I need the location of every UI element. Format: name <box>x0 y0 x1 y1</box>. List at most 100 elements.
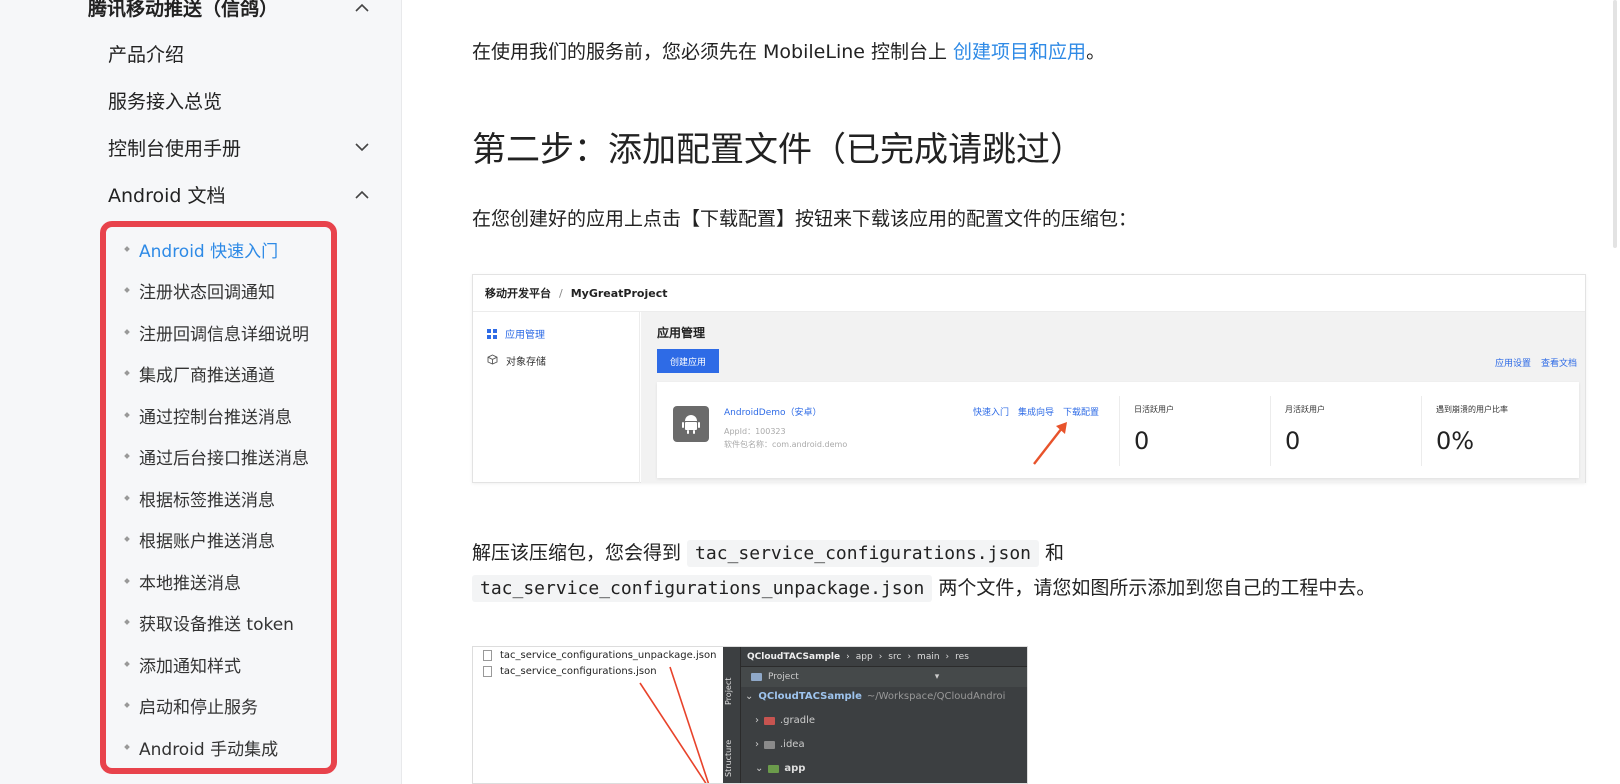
tree-label: app <box>784 763 806 774</box>
view-docs-link: 查看文档 <box>1540 359 1577 369</box>
sidebar-section-title: 腾讯移动推送（信鸽） <box>88 0 279 20</box>
intro-text: 在使用我们的服务前，您必须先在 MobileLine 控制台上 <box>472 41 954 63</box>
tree-root: ⌄ QCloudTACSample ~/Workspace/QCloudAndr… <box>745 691 1005 702</box>
breadcrumb-project: MyGreatProject <box>570 286 668 300</box>
unzip-text: 和 <box>1039 542 1065 564</box>
android-icon <box>673 406 709 442</box>
sidebar-subitem-label: 启动和停止服务 <box>139 697 258 718</box>
create-project-link[interactable]: 创建项目和应用 <box>953 41 1086 63</box>
bullet-icon <box>124 246 130 252</box>
sidebar-item-label: 服务接入总览 <box>108 90 223 113</box>
bullet-icon <box>124 661 130 667</box>
bullet-icon <box>124 702 130 708</box>
sidebar-subitem-label: 获取设备推送 token <box>139 614 294 635</box>
sidebar-subitem[interactable]: 注册回调信息详细说明 <box>106 312 331 352</box>
sidebar-subitem[interactable]: Android 手动集成 <box>106 727 331 767</box>
cube-icon <box>487 353 498 368</box>
unzip-paragraph-line1: 解压该压缩包，您会得到 tac_service_configurations.j… <box>472 538 1065 567</box>
stat-crash-rate: 遇到崩溃的用户比率 0% <box>1421 396 1508 466</box>
sidebar-item-label: 产品介绍 <box>108 43 185 66</box>
step2-paragraph: 在您创建好的应用上点击【下载配置】按钮来下载该应用的配置文件的压缩包： <box>472 208 1138 230</box>
tree-label: .idea <box>780 739 805 750</box>
app-links: 快速入门 集成向导 下载配置 <box>973 405 1099 418</box>
console-nav-storage: 对象存储 <box>487 353 546 368</box>
step2-heading: 第二步：添加配置文件（已完成请跳过） <box>472 130 1084 170</box>
bullet-icon <box>124 453 130 459</box>
bullet-icon <box>124 536 130 542</box>
sidebar-section-header[interactable]: 腾讯移动推送（信鸽） <box>0 0 402 20</box>
scrollbar[interactable] <box>1613 0 1617 248</box>
annotation-arrow-icon <box>1033 422 1067 465</box>
tree-row: ⌄ app <box>755 763 805 774</box>
sidebar-subitem[interactable]: 集成厂商推送通道 <box>106 353 331 393</box>
root-name: QCloudTACSample <box>758 691 862 702</box>
stat-label: 遇到崩溃的用户比率 <box>1436 405 1508 414</box>
bullet-icon <box>124 329 130 335</box>
app-card: AndroidDemo（安卓） AppId：100323 软件包名称：com.a… <box>657 382 1579 478</box>
sidebar-subitem[interactable]: 通过后台接口推送消息 <box>106 436 331 476</box>
console-breadcrumb: 移动开发平台 / MyGreatProject <box>473 275 1585 312</box>
unzip-text: 解压该压缩包，您会得到 <box>472 542 688 564</box>
tab-project: Project <box>724 677 733 705</box>
sidebar-item-console-manual[interactable]: 控制台使用手册 <box>0 130 402 164</box>
sidebar-subitem[interactable]: 本地推送消息 <box>106 561 331 601</box>
sidebar-subitem[interactable]: 启动和停止服务 <box>106 685 331 725</box>
sidebar-subitem[interactable]: 通过控制台推送消息 <box>106 395 331 435</box>
stat-label: 日活跃用户 <box>1134 405 1174 414</box>
app-id: AppId：100323 <box>724 427 786 436</box>
sidebar-subitem-label: 根据账户推送消息 <box>139 531 275 552</box>
docs-sidebar: 腾讯移动推送（信鸽） 产品介绍 服务接入总览 控制台使用手册 Android 文… <box>0 0 402 784</box>
sidebar-subitem[interactable]: 根据标签推送消息 <box>106 478 331 518</box>
sidebar-subitem-label: 通过后台接口推送消息 <box>139 448 309 469</box>
bullet-icon <box>124 287 130 293</box>
chevron-down-icon: ▾ <box>934 672 940 682</box>
unzip-text: 两个文件，请您如图所示添加到您自己的工程中去。 <box>932 577 1376 599</box>
breadcrumb-root: 移动开发平台 <box>485 287 551 300</box>
sidebar-subitem[interactable]: 注册状态回调通知 <box>106 270 331 310</box>
console-links: 应用设置 查看文档 <box>1495 356 1577 369</box>
bullet-icon <box>124 370 130 376</box>
bullet-icon <box>124 619 130 625</box>
crumb: res <box>955 651 969 662</box>
console-screenshot: 移动开发平台 / MyGreatProject 应用管理 对象存储 应用管理 创… <box>472 274 1586 483</box>
sidebar-subitem-label: 通过控制台推送消息 <box>139 407 292 428</box>
tree-row: › .gradle <box>755 715 815 726</box>
nav-label: 应用管理 <box>505 330 545 341</box>
config-filename-code: tac_service_configurations.json <box>687 540 1039 567</box>
sidebar-subitem-quick-start[interactable]: Android 快速入门 <box>106 229 331 269</box>
crumb: src <box>888 651 902 662</box>
ide-panel: Project Structure QCloudTACSample › app … <box>723 647 1027 783</box>
console-main: 应用管理 创建应用 应用设置 查看文档 AndroidDemo（安卓） AppI… <box>641 312 1585 483</box>
sidebar-item-label: 控制台使用手册 <box>108 137 242 160</box>
sidebar-subitem[interactable]: 获取设备推送 token <box>106 602 331 642</box>
sidebar-subitem-label: 集成厂商推送通道 <box>139 365 275 386</box>
ide-screenshot: tac_service_configurations_unpackage.jso… <box>472 646 1028 784</box>
chevron-right-icon: › <box>907 651 912 662</box>
folder-icon <box>768 764 780 773</box>
bullet-icon <box>124 578 130 584</box>
doc-content: 在使用我们的服务前，您必须先在 MobileLine 控制台上 创建项目和应用。… <box>403 0 1620 784</box>
tree-label: .gradle <box>780 715 816 726</box>
sidebar-item-service-overview[interactable]: 服务接入总览 <box>0 83 402 117</box>
tree-row: › .idea <box>755 739 805 750</box>
chevron-down-icon: ⌄ <box>745 691 754 702</box>
app-settings-link: 应用设置 <box>1494 359 1531 369</box>
chevron-right-icon: › <box>945 651 950 662</box>
sidebar-item-product-intro[interactable]: 产品介绍 <box>0 36 402 70</box>
stat-label: 月活跃用户 <box>1285 405 1325 414</box>
chevron-up-icon <box>352 0 372 17</box>
sidebar-subitem[interactable]: 根据账户推送消息 <box>106 519 331 559</box>
sidebar-subitem-label: Android 手动集成 <box>139 739 279 760</box>
chevron-down-icon <box>352 137 372 157</box>
root-path: ~/Workspace/QCloudAndroi <box>866 691 1006 702</box>
console-page-title: 应用管理 <box>657 326 706 340</box>
sidebar-item-android-docs[interactable]: Android 文档 <box>0 177 402 211</box>
nav-label: 对象存储 <box>506 357 546 368</box>
stat-value: 0% <box>1436 427 1475 455</box>
breadcrumb-separator: / <box>559 286 563 300</box>
integration-guide-link: 集成向导 <box>1018 408 1055 418</box>
chevron-right-icon: › <box>846 651 850 662</box>
sidebar-subitem[interactable]: 添加通知样式 <box>106 644 331 684</box>
folder-icon <box>751 673 762 681</box>
app-name: AndroidDemo（安卓） <box>724 408 822 418</box>
